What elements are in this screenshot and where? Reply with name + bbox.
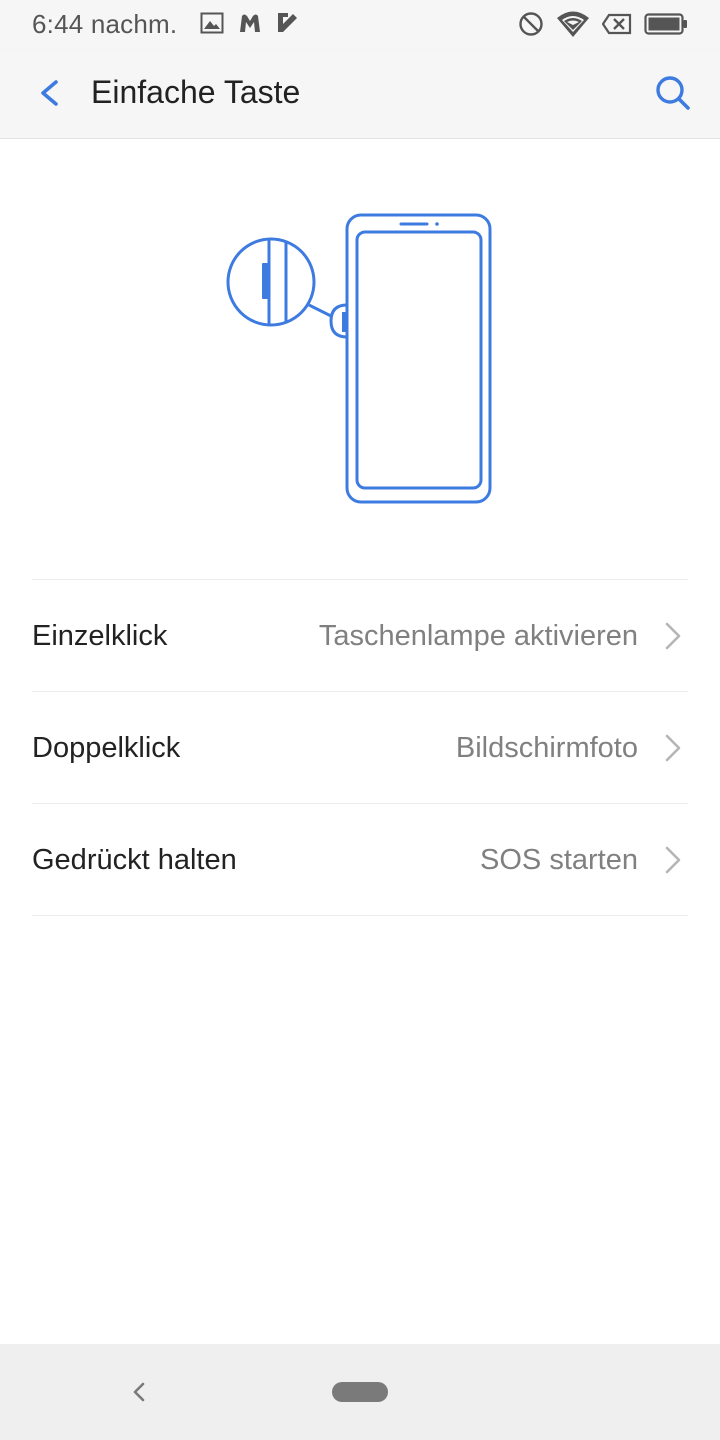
setting-row-single-click[interactable]: Einzelklick Taschenlampe aktivieren [32,580,688,692]
nav-back-button[interactable] [124,1377,154,1407]
do-not-disturb-icon [518,11,544,37]
setting-row-double-click[interactable]: Doppelklick Bildschirmfoto [32,692,688,804]
status-right-icons [518,10,688,38]
image-icon [200,12,224,34]
setting-value: SOS starten [480,844,638,876]
back-button[interactable] [26,70,72,116]
search-button[interactable] [650,70,696,116]
malwarebytes-icon [238,12,262,34]
nav-back-icon [133,1382,145,1402]
phone-side-button-illustration [220,211,500,511]
search-icon [656,76,690,110]
home-pill-icon[interactable] [332,1382,388,1402]
status-bar: 6:44 nachm. [0,0,720,50]
chevron-right-icon [665,734,681,762]
setting-value: Bildschirmfoto [455,732,638,764]
status-left-icons [200,12,298,34]
check-app-icon [276,12,298,34]
no-sim-icon [602,13,632,35]
wifi-icon [556,10,590,38]
app-bar: Einfache Taste [0,50,720,139]
navigation-bar [0,1344,720,1440]
content-area: Einzelklick Taschenlampe aktivieren Dopp… [0,139,720,1344]
chevron-right-icon [665,846,681,874]
settings-list: Einzelklick Taschenlampe aktivieren Dopp… [32,579,688,916]
chevron-right-icon [665,622,681,650]
page-title: Einfache Taste [91,74,301,110]
battery-icon [644,13,688,35]
setting-label: Doppelklick [32,732,181,764]
setting-label: Gedrückt halten [32,844,237,876]
status-time: 6:44 nachm. [32,9,178,39]
setting-row-long-press[interactable]: Gedrückt halten SOS starten [32,804,688,916]
back-arrow-icon [41,80,58,106]
setting-label: Einzelklick [32,620,168,652]
setting-value: Taschenlampe aktivieren [318,620,638,652]
